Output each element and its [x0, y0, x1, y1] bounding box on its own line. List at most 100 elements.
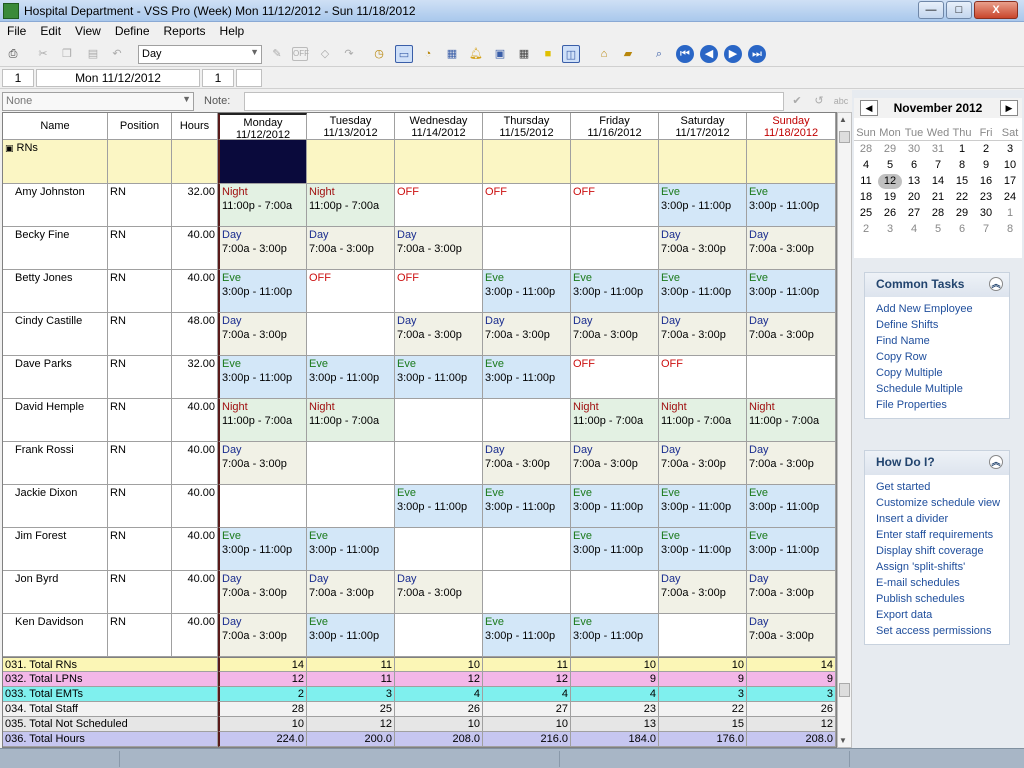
scroll-down-icon[interactable]: ▼ — [839, 736, 847, 745]
shift-cell[interactable]: Eve 3:00p - 11:00p — [747, 270, 836, 313]
employee-name[interactable]: Becky Fine — [3, 227, 108, 270]
day-header[interactable]: Sunday 11/18/2012 — [747, 113, 836, 140]
shift-cell[interactable] — [483, 528, 571, 571]
shift-cell[interactable]: Day 7:00a - 3:00p — [395, 227, 483, 270]
shift-cell[interactable]: Day 7:00a - 3:00p — [747, 571, 836, 614]
group-day-cell[interactable] — [218, 140, 307, 184]
calendar-day[interactable]: 2 — [974, 142, 998, 157]
cut-icon[interactable]: ✂ — [34, 45, 52, 63]
employee-hours[interactable]: 48.00 — [172, 313, 218, 356]
undo-note-icon[interactable]: ↺ — [810, 92, 828, 110]
employee-hours[interactable]: 40.00 — [172, 614, 218, 657]
how-do_i-link[interactable]: Display shift coverage — [865, 544, 1009, 560]
calendar-day[interactable]: 19 — [878, 190, 902, 205]
layout-icon[interactable]: ◫ — [562, 45, 580, 63]
shift-cell[interactable]: OFF — [659, 356, 747, 399]
check-icon[interactable]: ✔ — [788, 92, 806, 110]
shift-cell[interactable]: Night 11:00p - 7:00a — [571, 399, 659, 442]
shift-cell[interactable]: OFF — [571, 184, 659, 227]
shift-cell[interactable]: Day 7:00a - 3:00p — [659, 442, 747, 485]
shift-cell[interactable]: Day 7:00a - 3:00p — [659, 227, 747, 270]
calendar-day[interactable]: 29 — [878, 142, 902, 157]
shift-cell[interactable]: Eve 3:00p - 11:00p — [395, 485, 483, 528]
shift-cell[interactable] — [218, 485, 307, 528]
find-icon[interactable]: ⌕ — [650, 45, 668, 63]
vertical-scrollbar[interactable]: ▲ ▼ — [837, 112, 852, 748]
day-header[interactable]: Tuesday 11/13/2012 — [307, 113, 395, 140]
how-do_i-link[interactable]: Publish schedules — [865, 592, 1009, 608]
employee-position[interactable]: RN — [108, 184, 172, 227]
shift-cell[interactable]: Eve 3:00p - 11:00p — [307, 356, 395, 399]
how-do_i-link[interactable]: Enter staff requirements — [865, 528, 1009, 544]
shift-cell[interactable]: Day 7:00a - 3:00p — [571, 442, 659, 485]
calendar-day[interactable]: 6 — [950, 222, 974, 237]
calendar-day[interactable]: 13 — [902, 174, 926, 189]
bell-icon[interactable]: 🔔︎ — [467, 45, 485, 63]
close-button[interactable]: X — [974, 1, 1018, 19]
employee-hours[interactable]: 40.00 — [172, 485, 218, 528]
shift-cell[interactable]: OFF — [483, 184, 571, 227]
week-view-icon[interactable]: ▭ — [395, 45, 413, 63]
shift-cell[interactable]: Night 11:00p - 7:00a — [218, 399, 307, 442]
time-icon[interactable]: ◔ — [419, 45, 437, 63]
shift-cell[interactable]: Night 11:00p - 7:00a — [307, 184, 395, 227]
shift-cell[interactable]: Eve 3:00p - 11:00p — [747, 528, 836, 571]
shift-cell[interactable]: Day 7:00a - 3:00p — [659, 571, 747, 614]
minimize-button[interactable]: — — [918, 1, 944, 19]
calendar-day[interactable]: 18 — [854, 190, 878, 205]
shift-cell[interactable]: Eve 3:00p - 11:00p — [659, 528, 747, 571]
how-do_i-link[interactable]: Assign 'split-shifts' — [865, 560, 1009, 576]
paste-icon[interactable]: ▤ — [84, 45, 102, 63]
shift-cell[interactable]: Eve 3:00p - 11:00p — [307, 614, 395, 657]
common-tasks-link[interactable]: Copy Multiple — [865, 366, 1009, 382]
calendar-day[interactable]: 8 — [998, 222, 1022, 237]
employee-position[interactable]: RN — [108, 270, 172, 313]
calendar-day[interactable]: 3 — [998, 142, 1022, 157]
shift-cell[interactable]: Day 7:00a - 3:00p — [218, 442, 307, 485]
calendar-day[interactable]: 4 — [902, 222, 926, 237]
calendar-day[interactable]: 24 — [998, 190, 1022, 205]
shift-cell[interactable]: Eve 3:00p - 11:00p — [307, 528, 395, 571]
shift-cell[interactable]: Eve 3:00p - 11:00p — [659, 485, 747, 528]
calendar-day[interactable]: 11 — [854, 174, 878, 189]
calendar-day[interactable]: 16 — [974, 174, 998, 189]
employee-name[interactable]: Betty Jones — [3, 270, 108, 313]
group-day-cell[interactable] — [571, 140, 659, 184]
employee-hours[interactable]: 40.00 — [172, 442, 218, 485]
shift-cell[interactable]: Day 7:00a - 3:00p — [571, 313, 659, 356]
shift-cell[interactable]: Eve 3:00p - 11:00p — [571, 485, 659, 528]
calendar-day[interactable]: 28 — [926, 206, 950, 221]
menu-define[interactable]: Define — [108, 22, 157, 40]
employee-name[interactable]: Jackie Dixon — [3, 485, 108, 528]
grid-view-icon[interactable]: ▦ — [443, 45, 461, 63]
undo-icon[interactable]: ↶ — [108, 45, 126, 63]
column-header-position[interactable]: Position — [108, 113, 172, 140]
table-icon[interactable]: ▦ — [515, 45, 533, 63]
employee-position[interactable]: RN — [108, 614, 172, 657]
last-icon[interactable]: ⏭ — [748, 45, 766, 63]
shift-select[interactable]: Day ▼ — [138, 45, 262, 64]
employee-position[interactable]: RN — [108, 528, 172, 571]
common-tasks-link[interactable]: Copy Row — [865, 350, 1009, 366]
copy-icon[interactable]: ❐ — [58, 45, 76, 63]
calendar-day[interactable]: 14 — [926, 174, 950, 189]
menu-file[interactable]: File — [0, 22, 33, 40]
menu-help[interactable]: Help — [213, 22, 252, 40]
group-day-cell[interactable] — [395, 140, 483, 184]
shift-cell[interactable]: Day 7:00a - 3:00p — [747, 227, 836, 270]
shift-cell[interactable]: Eve 3:00p - 11:00p — [659, 184, 747, 227]
card-icon[interactable]: ▣ — [491, 45, 509, 63]
shift-cell[interactable]: Eve 3:00p - 11:00p — [483, 485, 571, 528]
shift-cell[interactable]: Day 7:00a - 3:00p — [483, 442, 571, 485]
shift-cell[interactable]: Eve 3:00p - 11:00p — [571, 270, 659, 313]
shift-cell[interactable]: Night 11:00p - 7:00a — [659, 399, 747, 442]
calendar-day[interactable]: 23 — [974, 190, 998, 205]
group-day-cell[interactable] — [483, 140, 571, 184]
redo-icon[interactable]: ↷ — [340, 45, 358, 63]
day-header[interactable]: Friday 11/16/2012 — [571, 113, 659, 140]
scroll-thumb[interactable] — [839, 131, 850, 143]
calendar-day[interactable]: 4 — [854, 158, 878, 173]
employee-name[interactable]: Jim Forest — [3, 528, 108, 571]
group-day-cell[interactable] — [307, 140, 395, 184]
shift-cell[interactable] — [395, 528, 483, 571]
